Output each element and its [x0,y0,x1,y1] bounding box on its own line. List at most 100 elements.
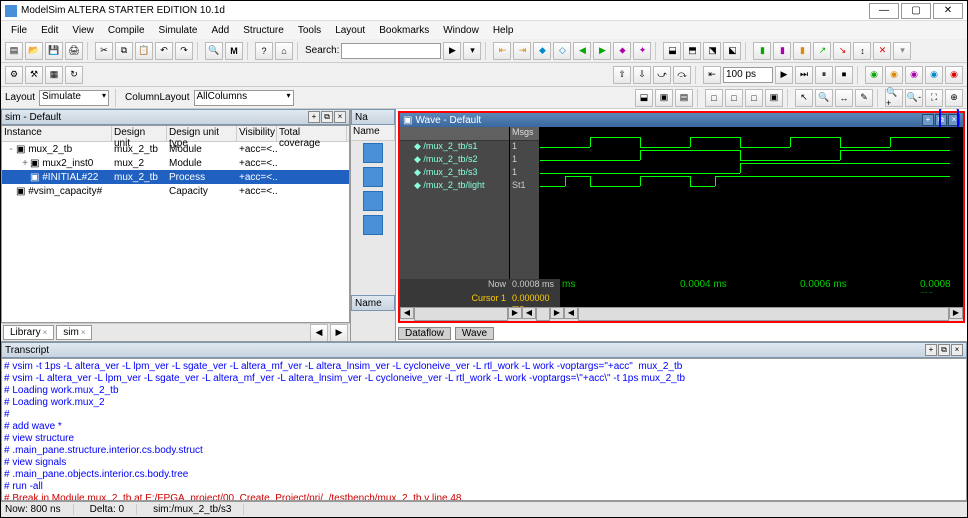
transition-rise-icon[interactable]: ↗ [813,42,831,60]
search-options-icon[interactable]: ▾ [463,42,481,60]
run-back-icon[interactable]: ⇤ [703,66,721,84]
wave-toggle-icon[interactable]: ⬥ [613,42,631,60]
cov-a-icon[interactable]: ◉ [865,66,883,84]
table-row[interactable]: ▣ #INITIAL#22mux_2_tbProcess+acc=<... [2,170,349,184]
signal-a-icon[interactable]: ▮ [753,42,771,60]
restart-icon[interactable]: ↻ [65,66,83,84]
compile-all-icon[interactable]: ⚒ [25,66,43,84]
show-a-icon[interactable]: □ [705,89,723,107]
wave-expand-icon[interactable]: ◆ [533,42,551,60]
minimize-button[interactable]: — [869,3,899,19]
step-in-icon[interactable]: ⇩ [633,66,651,84]
menu-edit[interactable]: Edit [35,23,64,38]
signal-name[interactable]: ◆ /mux_2_tb/s2 [400,154,509,167]
wave-dock-button[interactable]: + [922,114,934,126]
wave-tool-a-icon[interactable]: ⬓ [635,89,653,107]
wave-collapse-icon[interactable]: ◇ [553,42,571,60]
edit-wave-icon[interactable]: ✎ [855,89,873,107]
wave-find-next-icon[interactable]: ▶ [593,42,611,60]
signal-b-icon[interactable]: ▮ [773,42,791,60]
tab-wave[interactable]: Wave [455,327,494,340]
print-icon[interactable]: 🖨 [65,42,83,60]
show-c-icon[interactable]: □ [745,89,763,107]
sim-tree-grid[interactable]: Instance Design unit Design unit type Vi… [1,125,350,323]
tab-dataflow[interactable]: Dataflow [398,327,451,340]
cov-c-icon[interactable]: ◉ [905,66,923,84]
menu-simulate[interactable]: Simulate [153,23,204,38]
cursor-icon[interactable]: ↖ [795,89,813,107]
signal-name[interactable]: ◆ /mux_2_tb/light [400,180,509,193]
menu-compile[interactable]: Compile [102,23,151,38]
cov-b-icon[interactable]: ◉ [885,66,903,84]
wave-plot-right-icon[interactable]: ▶ [949,307,963,319]
save-icon[interactable]: 💾 [45,42,63,60]
col-coverage[interactable]: Total coverage [277,126,347,141]
close-button[interactable]: ✕ [933,3,963,19]
context-icon[interactable]: ⌂ [275,42,293,60]
stop-icon[interactable]: ⏹ [835,66,853,84]
zoom-icon[interactable]: 🔍 [815,89,833,107]
cov-d-icon[interactable]: ◉ [925,66,943,84]
col-designunittype[interactable]: Design unit type [167,126,237,141]
signal-name[interactable]: ◆ /mux_2_tb/s1 [400,141,509,154]
load-icon[interactable]: ▦ [45,66,63,84]
menu-add[interactable]: Add [205,23,235,38]
wave-tool-c-icon[interactable]: ▤ [675,89,693,107]
cov-e-icon[interactable]: ◉ [945,66,963,84]
zoom-cursor-icon[interactable]: ⊕ [945,89,963,107]
transition-fall-icon[interactable]: ↘ [833,42,851,60]
col-designunit[interactable]: Design unit [112,126,167,141]
wave-pane-header[interactable]: ▣ Wave - Default + ⧉ × [400,113,963,127]
step-out-icon[interactable]: ⇧ [613,66,631,84]
break-icon[interactable]: ⏸ [815,66,833,84]
wave-sigs-left-icon[interactable]: ◀ [400,307,414,319]
col-visibility[interactable]: Visibility [237,126,277,141]
sim-pane-close-button[interactable]: × [334,111,346,123]
zoom-out-icon[interactable]: 🔍- [905,89,923,107]
search-input[interactable] [341,43,441,59]
wave-plot-area[interactable] [540,127,963,279]
columnlayout-combo[interactable]: AllColumns [194,90,294,106]
wave-cursor-prev-icon[interactable]: ⇤ [493,42,511,60]
measure-icon[interactable]: ↔ [835,89,853,107]
cut-icon[interactable]: ✂ [95,42,113,60]
menu-view[interactable]: View [66,23,100,38]
sim-pane-undock-button[interactable]: ⧉ [321,111,333,123]
wave-msgs-left-icon[interactable]: ◀ [522,307,536,319]
menu-tools[interactable]: Tools [292,23,327,38]
wave-find-prev-icon[interactable]: ◀ [573,42,591,60]
maximize-button[interactable]: ▢ [901,3,931,19]
menu-help[interactable]: Help [487,23,520,38]
table-row[interactable]: +▣ mux2_inst0mux_2Module+acc=<... [2,156,349,170]
format-down-icon[interactable]: ⬒ [683,42,701,60]
tabstrip-right-icon[interactable]: ▶ [330,324,348,342]
menu-file[interactable]: File [5,23,33,38]
format-up-icon[interactable]: ⬓ [663,42,681,60]
memory-icon[interactable]: M [225,42,243,60]
layout-combo[interactable]: Simulate [39,90,109,106]
new-icon[interactable]: ▤ [5,42,23,60]
close-icon[interactable]: × [81,328,86,337]
find-icon[interactable]: 🔍 [205,42,223,60]
wave-signal-list[interactable]: ◆ /mux_2_tb/s1◆ /mux_2_tb/s2◆ /mux_2_tb/… [400,127,510,279]
run-length-input[interactable] [723,67,773,83]
run-all-icon[interactable]: ⏭ [795,66,813,84]
signal-name[interactable]: ◆ /mux_2_tb/s3 [400,167,509,180]
undo-icon[interactable]: ↶ [155,42,173,60]
menu-layout[interactable]: Layout [329,23,371,38]
search-next-icon[interactable]: ▶ [443,42,461,60]
clear-icon[interactable]: ✕ [873,42,891,60]
tabstrip-left-icon[interactable]: ◀ [310,324,328,342]
wave-cursor-next-icon[interactable]: ⇥ [513,42,531,60]
signal-c-icon[interactable]: ▮ [793,42,811,60]
zoom-full-icon[interactable]: ⛶ [925,89,943,107]
transition-both-icon[interactable]: ↕ [853,42,871,60]
zoom-in-icon[interactable]: 🔍+ [885,89,903,107]
tab-library[interactable]: Library× [3,325,54,340]
show-d-icon[interactable]: ▣ [765,89,783,107]
close-icon[interactable]: × [43,328,48,337]
transcript-close-button[interactable]: × [951,344,963,356]
open-icon[interactable]: 📂 [25,42,43,60]
paste-icon[interactable]: 📋 [135,42,153,60]
transcript-undock-button[interactable]: ⧉ [938,344,950,356]
